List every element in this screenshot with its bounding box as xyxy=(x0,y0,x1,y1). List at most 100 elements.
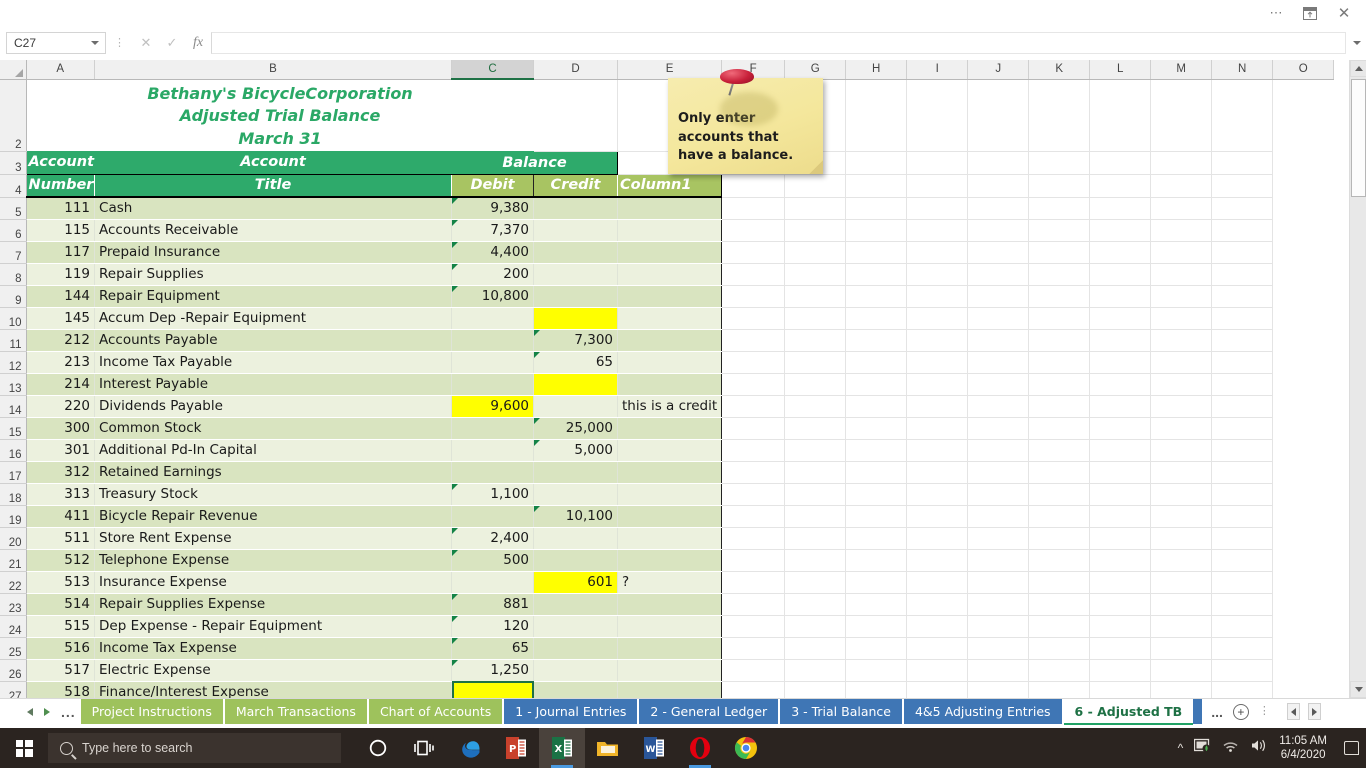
cell-M8[interactable] xyxy=(1090,263,1151,285)
cell-column1[interactable] xyxy=(618,505,722,527)
cell-account-number[interactable]: 516 xyxy=(26,637,95,659)
row-header-24[interactable]: 24 xyxy=(0,615,26,637)
cell-J15[interactable] xyxy=(907,417,968,439)
cell-account-title[interactable]: Repair Supplies Expense xyxy=(95,593,452,615)
sheet-tab[interactable]: 1 - Journal Entries xyxy=(504,699,639,724)
cell-H15[interactable] xyxy=(785,417,846,439)
row-header-4[interactable]: 4 xyxy=(0,174,26,197)
cell-N8[interactable] xyxy=(1151,263,1212,285)
cell-G7[interactable] xyxy=(722,241,785,263)
cell-debit[interactable] xyxy=(452,329,534,351)
cell-account-title[interactable]: Prepaid Insurance xyxy=(95,241,452,263)
cell-account-number[interactable]: 300 xyxy=(26,417,95,439)
cell-J17[interactable] xyxy=(907,461,968,483)
cell-G16[interactable] xyxy=(722,439,785,461)
cell-N26[interactable] xyxy=(1151,659,1212,681)
cell-debit[interactable] xyxy=(452,571,534,593)
cell-M12[interactable] xyxy=(1090,351,1151,373)
cell-I25[interactable] xyxy=(846,637,907,659)
cell-credit[interactable] xyxy=(534,285,618,307)
cell-M3[interactable] xyxy=(1090,151,1151,174)
sheet-tab[interactable]: March Transactions xyxy=(225,699,369,724)
cell-G20[interactable] xyxy=(722,527,785,549)
cell-J11[interactable] xyxy=(907,329,968,351)
cell-E2[interactable] xyxy=(534,79,618,151)
cell-J22[interactable] xyxy=(907,571,968,593)
cell-I8[interactable] xyxy=(846,263,907,285)
cell-L16[interactable] xyxy=(1029,439,1090,461)
cell-G12[interactable] xyxy=(722,351,785,373)
cell-N12[interactable] xyxy=(1151,351,1212,373)
cell-account-number[interactable]: 115 xyxy=(26,219,95,241)
cell-K12[interactable] xyxy=(968,351,1029,373)
restore-window-icon[interactable] xyxy=(1300,3,1320,23)
cell-H24[interactable] xyxy=(785,615,846,637)
cell-K11[interactable] xyxy=(968,329,1029,351)
cell-L25[interactable] xyxy=(1029,637,1090,659)
hscroll-right-icon[interactable] xyxy=(1308,703,1321,720)
row-header-17[interactable]: 17 xyxy=(0,461,26,483)
cell-L3[interactable] xyxy=(1029,151,1090,174)
row-header-13[interactable]: 13 xyxy=(0,373,26,395)
cell-column1[interactable] xyxy=(618,615,722,637)
cell-K14[interactable] xyxy=(968,395,1029,417)
sheet-overflow-left-icon[interactable]: ... xyxy=(61,708,76,716)
insert-function-icon[interactable]: fx xyxy=(185,32,211,54)
cell-L23[interactable] xyxy=(1029,593,1090,615)
cell-L19[interactable] xyxy=(1029,505,1090,527)
cell-debit[interactable] xyxy=(452,505,534,527)
cell-G5[interactable] xyxy=(722,197,785,219)
cell-account-number[interactable]: 512 xyxy=(26,549,95,571)
next-sheet-icon[interactable] xyxy=(44,708,50,716)
cell-debit[interactable]: 4,400 xyxy=(452,241,534,263)
cell-N11[interactable] xyxy=(1151,329,1212,351)
scroll-up-icon[interactable] xyxy=(1350,60,1366,77)
cell-account-title[interactable]: Cash xyxy=(95,197,452,219)
cell-H14[interactable] xyxy=(785,395,846,417)
cell-O10[interactable] xyxy=(1212,307,1273,329)
cell-K21[interactable] xyxy=(968,549,1029,571)
cell-K27[interactable] xyxy=(968,681,1029,698)
cell-K18[interactable] xyxy=(968,483,1029,505)
cell-M5[interactable] xyxy=(1090,197,1151,219)
cell-I5[interactable] xyxy=(846,197,907,219)
cell-O26[interactable] xyxy=(1212,659,1273,681)
cell-H7[interactable] xyxy=(785,241,846,263)
column-header-E[interactable]: E xyxy=(618,60,722,79)
cell-J8[interactable] xyxy=(907,263,968,285)
cell-N21[interactable] xyxy=(1151,549,1212,571)
cell-N22[interactable] xyxy=(1151,571,1212,593)
cell-M26[interactable] xyxy=(1090,659,1151,681)
cell-debit[interactable]: 200 xyxy=(452,263,534,285)
cell-O20[interactable] xyxy=(1212,527,1273,549)
cell-column1[interactable] xyxy=(618,351,722,373)
cell-L18[interactable] xyxy=(1029,483,1090,505)
row-header-16[interactable]: 16 xyxy=(0,439,26,461)
cell-I13[interactable] xyxy=(846,373,907,395)
cell-credit[interactable] xyxy=(534,637,618,659)
cell-I2[interactable] xyxy=(846,79,907,151)
cell-account-title[interactable]: Repair Supplies xyxy=(95,263,452,285)
cell-J19[interactable] xyxy=(907,505,968,527)
row-header-2[interactable]: 2 xyxy=(0,79,26,151)
sheet-tab-menu-icon[interactable]: ⋮ xyxy=(1259,707,1270,716)
cell-J14[interactable] xyxy=(907,395,968,417)
cell-column1[interactable] xyxy=(618,307,722,329)
sheet-tab[interactable]: 3 - Trial Balance xyxy=(780,699,904,724)
cell-K25[interactable] xyxy=(968,637,1029,659)
cell-K9[interactable] xyxy=(968,285,1029,307)
cell-M23[interactable] xyxy=(1090,593,1151,615)
cell-N7[interactable] xyxy=(1151,241,1212,263)
cell-debit[interactable]: 9,380 xyxy=(452,197,534,219)
cell-L26[interactable] xyxy=(1029,659,1090,681)
cell-L8[interactable] xyxy=(1029,263,1090,285)
cell-J23[interactable] xyxy=(907,593,968,615)
cancel-entry-icon[interactable]: ✕ xyxy=(133,32,159,54)
cell-I26[interactable] xyxy=(846,659,907,681)
row-header-26[interactable]: 26 xyxy=(0,659,26,681)
cell-J21[interactable] xyxy=(907,549,968,571)
cell-G25[interactable] xyxy=(722,637,785,659)
cell-K17[interactable] xyxy=(968,461,1029,483)
cell-H26[interactable] xyxy=(785,659,846,681)
cell-G9[interactable] xyxy=(722,285,785,307)
